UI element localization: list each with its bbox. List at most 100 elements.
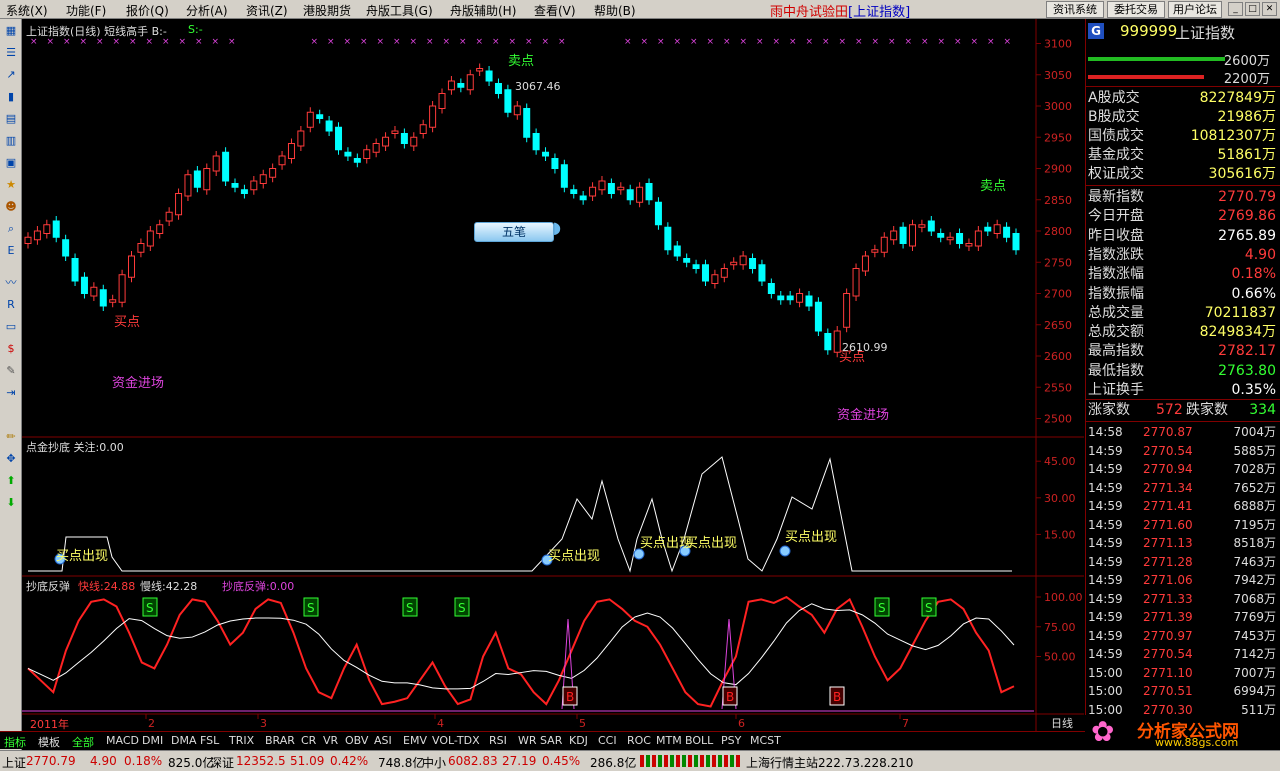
tab-5[interactable]: DMA [171,734,197,747]
tab-2[interactable]: 全部 [72,734,94,750]
table-icon[interactable]: ▤ [3,111,19,127]
menu-hk-futures[interactable]: 港股期货 [303,2,351,19]
tab-6[interactable]: FSL [200,734,219,747]
report-icon[interactable]: ▥ [3,133,19,149]
tick-price: 2770.97 [1143,628,1193,643]
monitor-icon[interactable]: ▭ [3,319,19,335]
price-tick-label: 2900 [1044,163,1072,176]
month-label: 5 [579,717,586,730]
candle-body [240,189,248,194]
menu-assist[interactable]: 舟版辅助(H) [450,2,516,19]
tab-3[interactable]: MACD [106,734,139,747]
tab-22[interactable]: BOLL [685,734,713,747]
row-value: 4.90 [1244,246,1276,263]
menu-function[interactable]: 功能(F) [66,2,106,19]
tab-24[interactable]: MCST [750,734,781,747]
tick-row: 14:59 2770.97 7453万 [1088,627,1278,645]
signal-x-mark: × [558,37,566,47]
tick-row: 14:59 2771.13 8518万 [1088,534,1278,552]
candle-body [617,186,625,191]
menu-news[interactable]: 资讯(Z) [246,2,288,19]
grid-icon[interactable]: ▦ [3,23,19,39]
tab-23[interactable]: PSY [721,734,741,747]
price-tick-label: 2600 [1044,350,1072,363]
tab-18[interactable]: KDJ [569,734,588,747]
down-count: 334 [1249,402,1276,418]
chart-canvas[interactable]: 3100305030002950290028502800275027002650… [22,19,1084,731]
arrow-up-icon[interactable]: ⬆ [3,473,19,489]
candle-body [33,230,41,241]
candle-body [692,264,700,269]
bubble-tooltip[interactable]: 五笔 ◗ [474,219,561,242]
sh-pct: 0.18% [124,754,163,768]
exit-icon[interactable]: ⇥ [3,385,19,401]
row-label: 最新指数 [1088,189,1144,205]
minimize-button[interactable]: _ [1228,2,1243,16]
candle-body [1012,233,1020,251]
close-button[interactable]: ✕ [1262,2,1277,16]
tab-16[interactable]: WR [518,734,537,747]
users-icon[interactable]: ☻ [3,199,19,215]
forum-button[interactable]: 用户论坛 [1168,1,1222,18]
kline-icon[interactable]: ▮ [3,89,19,105]
maximize-button[interactable]: □ [1245,2,1260,16]
menu-view[interactable]: 查看(V) [534,2,576,19]
tab-13[interactable]: EMV [403,734,427,747]
candle-body [993,224,1001,234]
line-chart-icon[interactable]: ↗ [3,67,19,83]
sell-label: 卖点 [508,54,535,69]
pencil-icon[interactable]: ✏ [3,429,19,445]
tab-10[interactable]: VR [323,734,338,747]
wrench-icon[interactable]: ✎ [3,363,19,379]
menu-system[interactable]: 系统(X) [6,2,48,19]
tab-4[interactable]: DMI [142,734,163,747]
chart-area[interactable]: 3100 3050 3000 2950 2900 2850 2800 2750 2700 2650… [22,19,1084,731]
money-icon[interactable]: $ [3,341,19,357]
period-label[interactable]: 日线 [1051,715,1073,731]
tab-21[interactable]: MTM [656,734,682,747]
tab-14[interactable]: VOL-TDX [432,734,480,747]
rsi-icon[interactable]: R [3,297,19,313]
tab-11[interactable]: OBV [345,734,368,747]
tab-20[interactable]: ROC [627,734,651,747]
candle-body [278,155,286,166]
menu-quote[interactable]: 报价(Q) [126,2,169,19]
news-system-button[interactable]: 资讯系统 [1046,1,1104,18]
menu-tools[interactable]: 舟版工具(G) [366,2,433,19]
search-icon[interactable]: ⌕ [3,221,19,237]
trade-button[interactable]: 委托交易 [1107,1,1165,18]
signal-x-mark: × [327,37,335,47]
star-icon[interactable]: ★ [3,177,19,193]
signal-x-mark: × [954,37,962,47]
wave-icon[interactable]: 〰 [3,275,19,291]
move-icon[interactable]: ✥ [3,451,19,467]
tab-19[interactable]: CCI [598,734,617,747]
signal-label-1: 买点出现 [56,549,109,564]
tick-volume: 8518万 [1233,536,1276,550]
tab-12[interactable]: ASI [374,734,392,747]
b-marker-label: B [833,690,841,704]
arrow-down-icon[interactable]: ⬇ [3,495,19,511]
menu-help[interactable]: 帮助(B) [594,2,636,19]
tab-7[interactable]: TRIX [229,734,254,747]
tab-17[interactable]: SAR [540,734,562,747]
row-label: 国债成交 [1088,128,1144,144]
signal-x-mark: × [360,37,368,47]
tab-0[interactable]: 指标 [4,734,26,750]
tab-1[interactable]: 模板 [38,734,60,750]
candle-body [438,93,446,109]
signal-x-mark: × [228,37,236,47]
tab-9[interactable]: CR [301,734,316,747]
menu-analysis[interactable]: 分析(A) [186,2,228,19]
red-bar-value: 2200万 [1223,72,1270,87]
tab-15[interactable]: RSI [489,734,507,747]
document-icon[interactable]: ▣ [3,155,19,171]
candle-body [165,211,173,222]
up-count: 572 [1156,402,1183,418]
etf-icon[interactable]: E [3,243,19,259]
candle-body [494,83,502,94]
list-icon[interactable]: ☰ [3,45,19,61]
tab-8[interactable]: BRAR [265,734,295,747]
signal-x-mark: × [822,37,830,47]
tick-row: 14:59 2771.39 7769万 [1088,608,1278,626]
